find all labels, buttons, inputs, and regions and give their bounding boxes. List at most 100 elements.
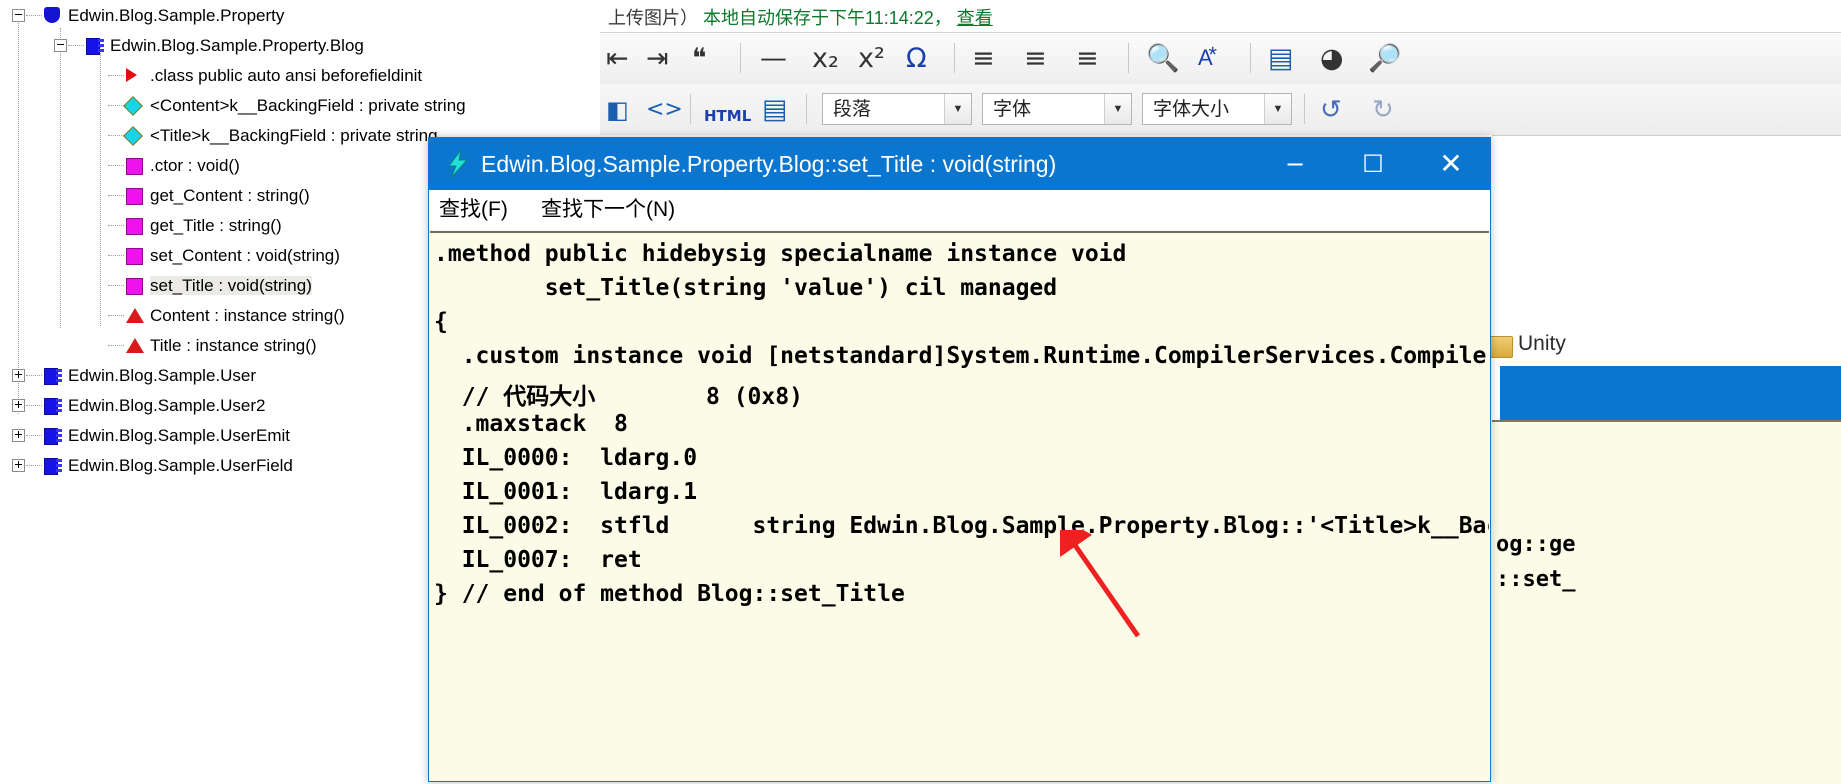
tree-guide-line xyxy=(26,465,42,466)
tree-item[interactable]: Edwin.Blog.Sample.Property.Blog xyxy=(0,30,600,60)
tree-guide-line xyxy=(108,345,124,346)
right-panel-selected-row[interactable] xyxy=(1500,366,1841,424)
maximize-button[interactable]: ☐ xyxy=(1334,138,1412,190)
right-code-line: ::set_ xyxy=(1496,567,1576,592)
tree-item[interactable]: <Content>k__BackingField : private strin… xyxy=(0,90,600,120)
tree-item[interactable]: Edwin.Blog.Sample.Property xyxy=(0,0,600,30)
field-diamond-icon xyxy=(123,126,143,146)
preview-icon[interactable]: 🔎 xyxy=(1368,43,1402,75)
class-icon xyxy=(44,368,62,385)
tree-item[interactable]: .class public auto ansi beforefieldinit xyxy=(0,60,600,90)
horizontal-rule-icon[interactable]: — xyxy=(760,43,787,75)
code-view-icon[interactable]: <> xyxy=(646,94,683,126)
subscript-icon[interactable]: x₂ xyxy=(812,43,839,75)
right-panel-code: og::ge ::set_ xyxy=(1492,420,1841,784)
il-code-line: set_Title(string 'value') cil managed xyxy=(434,275,1058,301)
autosave-prefix: 上传图片） xyxy=(608,8,698,28)
il-code-line: .custom instance void [netstandard]Syste… xyxy=(434,343,1489,369)
folder-icon xyxy=(1489,336,1513,358)
il-code-view[interactable]: .method public hidebysig specialname ins… xyxy=(430,231,1489,780)
tree-guide-line xyxy=(108,165,124,166)
find-icon[interactable]: 🔍 xyxy=(1146,43,1180,75)
chevron-down-icon[interactable]: ▼ xyxy=(944,94,971,124)
tree-guide-line xyxy=(26,435,42,436)
ildasm-method-window[interactable]: Edwin.Blog.Sample.Property.Blog::set_Tit… xyxy=(428,137,1491,782)
tree-item-label: set_Content : void(string) xyxy=(150,245,340,265)
window-titlebar[interactable]: Edwin.Blog.Sample.Property.Blog::set_Tit… xyxy=(429,138,1490,190)
indent-decrease-icon[interactable]: ⇤ xyxy=(606,43,629,75)
expand-icon[interactable] xyxy=(12,369,25,382)
chevron-down-icon[interactable]: ▼ xyxy=(1264,94,1291,124)
editor-toolbar-row-1: ⇤ ⇥ ❝ — x₂ x² Ω ≡ ≡ ≡ 🔍 A⃰ ▤ ◕ 🔎 xyxy=(600,32,1841,86)
html-button[interactable]: HTML xyxy=(704,100,751,132)
source-view-icon[interactable]: ◧ xyxy=(606,94,629,126)
superscript-icon[interactable]: x² xyxy=(858,43,885,75)
toolbar-separator xyxy=(1128,43,1129,73)
toolbar-separator xyxy=(740,43,741,73)
field-diamond-icon xyxy=(123,96,143,116)
redo-icon[interactable]: ↻ xyxy=(1372,94,1394,126)
tree-guide-line xyxy=(26,405,42,406)
font-size-value: 字体大小 xyxy=(1153,99,1230,120)
font-size-select[interactable]: 字体大小 ▼ xyxy=(1142,93,1292,125)
clock-icon[interactable]: ◕ xyxy=(1320,43,1344,75)
chevron-down-icon[interactable]: ▼ xyxy=(1104,94,1131,124)
editor-background: 上传图片） 本地自动保存于下午11:14:22， 查看 ⇤ ⇥ ❝ — x₂ x… xyxy=(600,0,1841,135)
align-left-icon[interactable]: ≡ xyxy=(972,43,995,75)
autosave-text: 本地自动保存于下午11:14:22， xyxy=(703,8,952,28)
indent-increase-icon[interactable]: ⇥ xyxy=(646,43,669,75)
tree-item-label: .ctor : void() xyxy=(150,155,240,175)
menu-item-find-next[interactable]: 查找下一个(N) xyxy=(537,190,679,230)
autosave-view-link[interactable]: 查看 xyxy=(957,8,993,28)
tree-guide-line xyxy=(108,135,124,136)
align-center-icon[interactable]: ≡ xyxy=(1024,43,1047,75)
collapse-icon[interactable] xyxy=(12,9,25,22)
right-panel-header xyxy=(1492,135,1841,206)
collapse-icon[interactable] xyxy=(54,39,67,52)
property-triangle-icon xyxy=(126,308,144,323)
spellcheck-icon[interactable]: A⃰ xyxy=(1198,43,1213,75)
il-code-line: IL_0007: ret xyxy=(434,547,642,573)
tree-item-label: set_Title : void(string) xyxy=(150,275,312,295)
il-code-line: IL_0000: ldarg.0 xyxy=(434,445,698,471)
tree-item-label: Edwin.Blog.Sample.User2 xyxy=(68,395,266,415)
undo-icon[interactable]: ↺ xyxy=(1320,94,1342,126)
window-menubar[interactable]: 查找(F) 查找下一个(N) xyxy=(429,190,1490,231)
tree-item-label: get_Title : string() xyxy=(150,215,282,235)
autosave-status: 上传图片） 本地自动保存于下午11:14:22， 查看 xyxy=(608,4,993,30)
blockquote-icon[interactable]: ❝ xyxy=(692,43,707,75)
property-triangle-icon xyxy=(126,338,144,353)
tree-guide-line xyxy=(108,285,124,286)
method-square-icon xyxy=(126,278,143,295)
calendar-icon[interactable]: ▤ xyxy=(1268,43,1294,75)
method-square-icon xyxy=(126,218,143,235)
method-square-icon xyxy=(126,188,143,205)
namespace-icon xyxy=(44,7,60,23)
minimize-button[interactable]: − xyxy=(1256,138,1334,190)
right-tab-label[interactable]: Unity xyxy=(1518,332,1566,356)
tree-guide-line xyxy=(68,45,84,46)
font-family-select[interactable]: 字体 ▼ xyxy=(982,93,1132,125)
il-code-line: // 代码大小 8 (0x8) xyxy=(434,384,803,410)
right-code-line: og::ge xyxy=(1496,532,1576,557)
tree-guide-line xyxy=(108,225,124,226)
tree-item-label: Title : instance string() xyxy=(150,335,317,355)
method-square-icon xyxy=(126,248,143,265)
red-arrow-icon xyxy=(126,68,137,82)
page-icon[interactable]: ▤ xyxy=(762,94,788,126)
tree-guide-line xyxy=(108,75,124,76)
align-right-icon[interactable]: ≡ xyxy=(1076,43,1099,75)
expand-icon[interactable] xyxy=(12,459,25,472)
toolbar-separator xyxy=(1304,94,1305,124)
paragraph-style-select[interactable]: 段落 ▼ xyxy=(822,93,972,125)
expand-icon[interactable] xyxy=(12,429,25,442)
tree-item-label: Edwin.Blog.Sample.User xyxy=(68,365,257,385)
close-button[interactable]: ✕ xyxy=(1412,138,1490,190)
omega-symbol-icon[interactable]: Ω xyxy=(906,43,927,75)
font-family-value: 字体 xyxy=(993,99,1032,120)
window-title: Edwin.Blog.Sample.Property.Blog::set_Tit… xyxy=(481,151,1057,177)
class-icon xyxy=(86,38,104,55)
menu-item-find[interactable]: 查找(F) xyxy=(435,190,512,230)
expand-icon[interactable] xyxy=(12,399,25,412)
tree-item-label: <Title>k__BackingField : private string xyxy=(150,125,438,145)
